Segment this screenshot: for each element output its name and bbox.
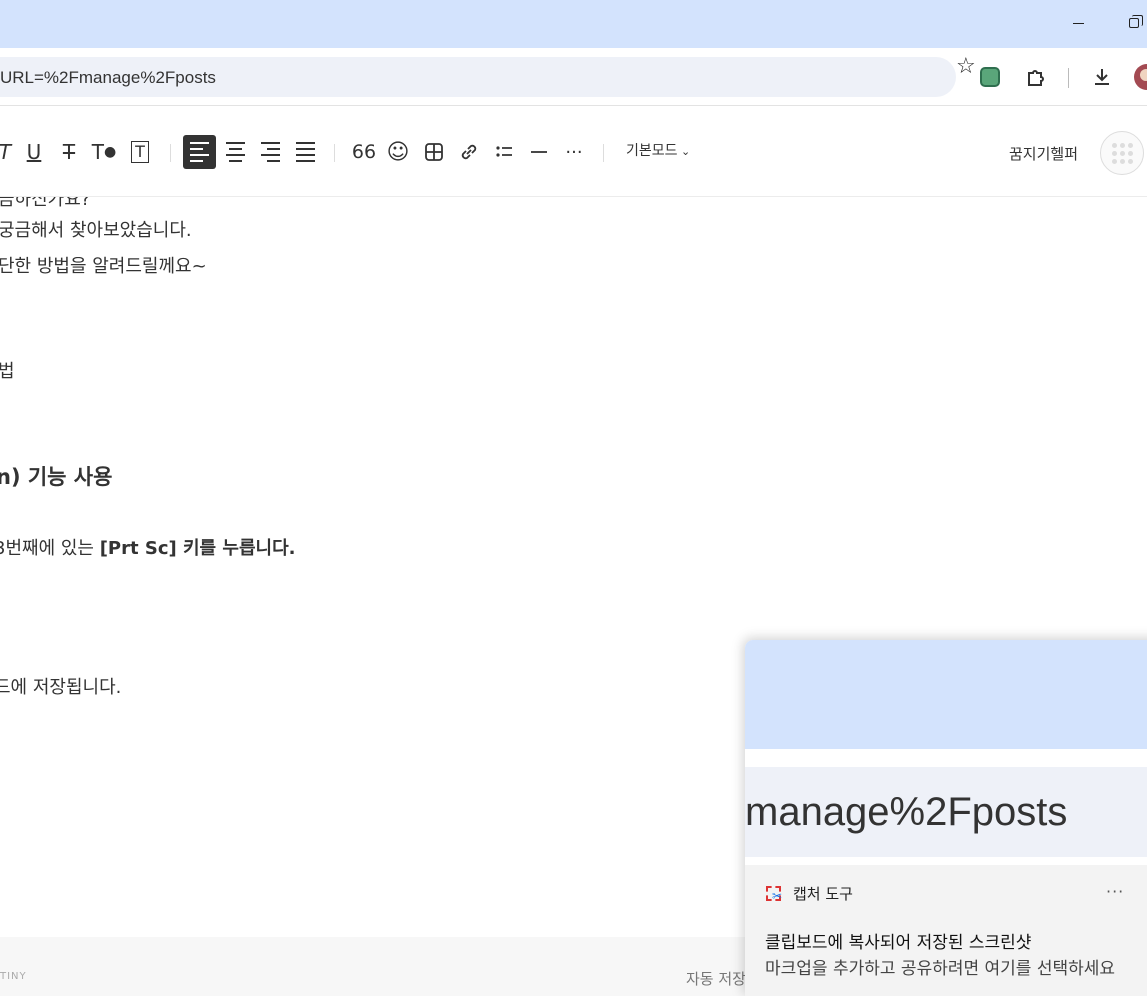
user-avatar[interactable] xyxy=(1100,131,1144,175)
text-background-label: T xyxy=(131,141,149,163)
align-left-button[interactable] xyxy=(183,135,216,169)
profile-avatar[interactable] xyxy=(1134,64,1147,90)
more-tools-button[interactable]: ··· xyxy=(561,135,587,169)
content-line: 금하신가요? xyxy=(0,197,91,210)
italic-button[interactable]: T xyxy=(0,135,18,169)
editor-toolbar: T U T T ● T 66 ☺ ··· 기본모드 ⌄ 꿈지기헬퍼 xyxy=(0,107,1147,197)
emoji-button[interactable]: ☺ xyxy=(385,135,411,169)
content-line: 법 xyxy=(0,361,15,382)
toolbar-divider xyxy=(1068,68,1069,88)
table-button[interactable] xyxy=(421,135,447,169)
content-line: 드에 저장됩니다. xyxy=(0,677,122,698)
mode-dropdown[interactable]: 기본모드 ⌄ xyxy=(626,140,690,160)
snipping-tool-icon xyxy=(765,885,783,903)
underline-button[interactable]: U xyxy=(21,135,47,169)
toolbar-divider xyxy=(170,144,171,162)
download-icon[interactable] xyxy=(1090,65,1114,89)
thumbnail-titlebar xyxy=(745,640,1147,749)
strikethrough-button[interactable]: T xyxy=(56,135,82,169)
address-bar-text: URL=%2Fmanage%2Fposts xyxy=(0,68,216,87)
text-color-button[interactable]: T ● xyxy=(91,135,117,169)
content-line-bold: [Prt Sc] 키를 누릅니다. xyxy=(99,538,296,559)
browser-title-bar xyxy=(0,0,1147,48)
screenshot-thumbnail[interactable]: manage%2Fposts xyxy=(745,640,1147,865)
address-bar[interactable]: URL=%2Fmanage%2Fposts xyxy=(0,57,956,97)
toolbar-divider xyxy=(603,144,604,162)
content-line: 3번째에 있는 [Prt Sc] 키를 누릅니다. xyxy=(0,534,295,560)
toast-app-header: 캡처 도구 xyxy=(765,883,853,904)
align-center-button[interactable] xyxy=(222,135,248,169)
autosave-button[interactable]: 자동 저장 xyxy=(686,968,746,989)
horizontal-rule-button[interactable] xyxy=(526,135,552,169)
snipping-tool-notification[interactable]: manage%2Fposts 캡처 도구 ··· 클립보드에 복사되어 저장된 … xyxy=(745,640,1147,996)
content-line: 궁금해서 찾아보았습니다. xyxy=(0,220,192,241)
browser-toolbar: URL=%2Fmanage%2Fposts ☆ xyxy=(0,48,1147,106)
toast-subtitle: 마크업을 추가하고 공유하려면 여기를 선택하세요 xyxy=(765,959,1116,979)
extension-icon[interactable] xyxy=(978,65,1002,89)
mode-label: 기본모드 xyxy=(626,143,678,159)
content-line: 단한 방법을 알려드릴께요~ xyxy=(0,256,207,277)
chevron-down-icon: ⌄ xyxy=(677,145,691,158)
thumbnail-text: manage%2Fposts xyxy=(745,790,1068,834)
star-icon[interactable]: ☆ xyxy=(956,54,976,79)
toast-app-name: 캡처 도구 xyxy=(793,885,853,903)
content-line-prefix: 3번째에 있는 xyxy=(0,538,100,559)
toolbar-divider xyxy=(334,144,335,162)
puzzle-icon[interactable] xyxy=(1024,65,1048,89)
quote-button[interactable]: 66 xyxy=(351,135,377,169)
more-options-icon[interactable]: ··· xyxy=(1106,882,1124,901)
align-justify-button[interactable] xyxy=(292,135,318,169)
list-button[interactable] xyxy=(491,135,517,169)
text-background-button[interactable]: T xyxy=(127,135,153,169)
restore-icon[interactable] xyxy=(1120,10,1147,36)
align-right-button[interactable] xyxy=(257,135,283,169)
tiny-logo: TINY xyxy=(0,971,27,982)
username: 꿈지기헬퍼 xyxy=(1009,145,1079,163)
minimize-icon[interactable] xyxy=(1064,10,1092,36)
text-color-label: T xyxy=(91,140,104,164)
link-button[interactable] xyxy=(456,135,482,169)
content-heading: n) 기능 사용 xyxy=(0,465,113,489)
toast-title: 클립보드에 복사되어 저장된 스크린샷 xyxy=(765,933,1032,953)
